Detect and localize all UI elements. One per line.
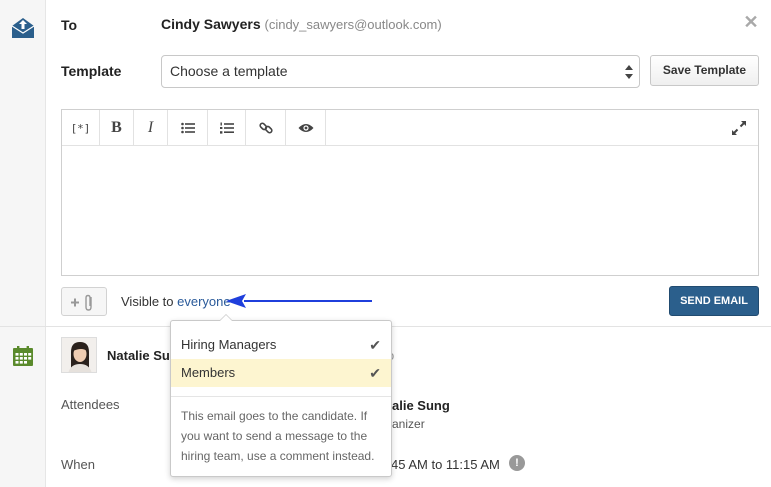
editor-toolbar: [*] B I	[62, 110, 758, 146]
visibility-help-text: This email goes to the candidate. If you…	[181, 409, 375, 463]
recipient-name: Cindy Sawyers	[161, 16, 261, 32]
template-select[interactable]: Choose a template	[161, 55, 640, 88]
warning-icon[interactable]: !	[509, 455, 525, 471]
visibility-dropdown: Hiring Managers ✔ Members ✔ This email g…	[170, 314, 392, 477]
select-arrows-icon	[625, 65, 633, 79]
recipient: Cindy Sawyers (cindy_sawyers@outlook.com…	[161, 16, 442, 32]
annotation-arrow	[226, 294, 372, 308]
check-icon: ✔	[369, 337, 381, 353]
option-label: Hiring Managers	[181, 337, 277, 352]
option-label: Members	[181, 365, 236, 380]
check-icon: ✔	[369, 365, 381, 381]
recipient-email: (cindy_sawyers@outlook.com)	[264, 17, 442, 32]
attendees-label: Attendees	[61, 397, 120, 412]
when-value: 45 AM to 11:15 AM	[391, 457, 500, 472]
attach-paperclip-icon	[71, 294, 92, 311]
visibility-control: Visible to everyone	[121, 294, 231, 309]
visibility-option-members[interactable]: Members ✔	[171, 359, 391, 387]
email-editor: [*] B I	[61, 109, 759, 276]
organizer-avatar	[61, 337, 97, 373]
template-select-value: Choose a template	[170, 63, 288, 79]
numbered-list-icon[interactable]	[208, 110, 246, 146]
placeholder-tag-icon[interactable]: [*]	[62, 110, 100, 146]
save-template-button[interactable]: Save Template	[650, 55, 759, 86]
to-label: To	[61, 17, 78, 33]
editor-body[interactable]	[62, 147, 758, 275]
italic-icon[interactable]: I	[134, 110, 168, 146]
when-label: When	[61, 457, 95, 472]
visibility-option-hiring-managers[interactable]: Hiring Managers ✔	[171, 331, 391, 359]
attach-button[interactable]	[61, 287, 107, 316]
template-label: Template	[61, 63, 122, 79]
attendee-name: alie Sung	[392, 398, 450, 413]
compose-email-icon	[11, 18, 35, 38]
organizer-name: Natalie Su	[107, 348, 170, 363]
bullet-list-icon[interactable]	[168, 110, 208, 146]
bold-icon[interactable]: B	[100, 110, 134, 146]
expand-icon[interactable]	[730, 119, 748, 137]
calendar-icon	[13, 346, 33, 366]
attendee-role: anizer	[392, 417, 425, 431]
send-email-button[interactable]: SEND EMAIL	[669, 286, 759, 316]
visibility-prefix: Visible to	[121, 294, 174, 309]
close-icon[interactable]: ✕	[742, 12, 760, 32]
link-icon[interactable]	[246, 110, 286, 146]
left-gutter	[0, 0, 46, 487]
dropdown-divider	[171, 396, 391, 397]
preview-eye-icon[interactable]	[286, 110, 326, 146]
